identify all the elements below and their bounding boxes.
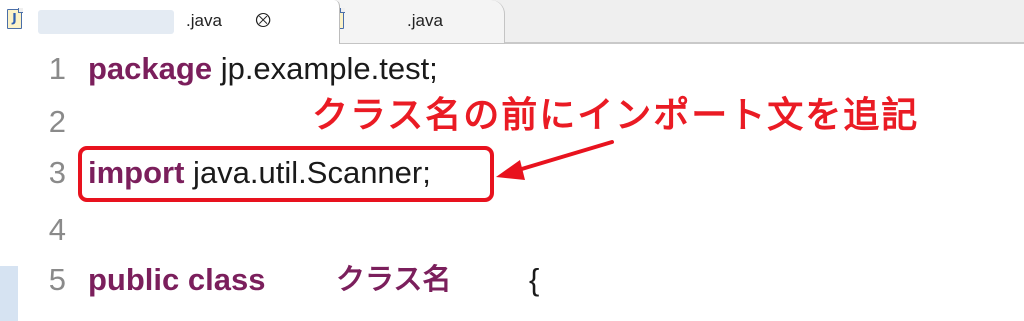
line-number: 1 — [48, 51, 66, 86]
code-line-class: public class — [88, 262, 265, 298]
package-name: jp.example.test; — [212, 51, 438, 86]
tab-label: .java — [186, 11, 222, 30]
ide-editor-window: J .java J .java ⮾ 1 2 3 4 5 package jp.e… — [0, 0, 1024, 321]
change-marker — [0, 266, 18, 321]
annotation-callout: クラス名の前にインポート文を追記 — [312, 94, 920, 135]
redacted-filename — [38, 10, 174, 34]
keyword-package: package — [88, 51, 213, 86]
close-icon[interactable]: ⮾ — [252, 9, 274, 31]
arrow-shaft — [513, 140, 614, 173]
keyword-public-class: public class — [88, 262, 266, 297]
tab-java-file-1[interactable]: J .java ⮾ — [0, 0, 340, 44]
line-number: 4 — [48, 212, 66, 247]
line-number: 3 — [48, 155, 66, 190]
code-line-package: package jp.example.test; — [88, 51, 438, 87]
java-file-icon: J — [7, 8, 23, 29]
open-brace: { — [529, 262, 540, 297]
arrow-head — [496, 160, 525, 180]
editor-tab-bar: J .java J .java ⮾ — [0, 0, 1024, 44]
class-name-placeholder: クラス名 — [336, 264, 452, 296]
line-number-gutter: 1 2 3 4 5 — [20, 44, 74, 321]
tab-label: .java — [407, 11, 443, 30]
line-number: 5 — [48, 262, 66, 297]
code-editor[interactable]: 1 2 3 4 5 package jp.example.test; impor… — [0, 44, 1024, 321]
import-highlight-box — [78, 146, 494, 202]
line-number: 2 — [48, 104, 66, 139]
